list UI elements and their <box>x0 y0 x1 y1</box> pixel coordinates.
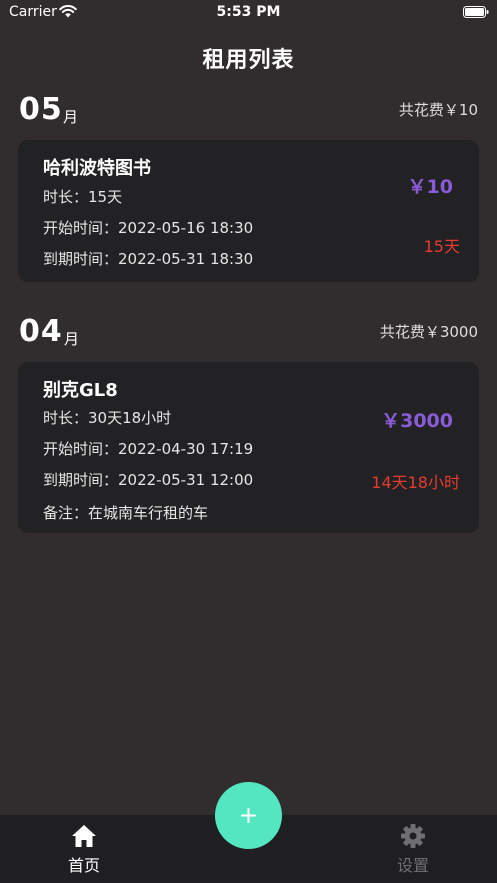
rental-end-time: 到期时间：2022-05-31 18:30 <box>43 250 254 268</box>
month-unit: 月 <box>63 108 79 126</box>
month-number: 05 <box>19 92 63 127</box>
month-number: 04 <box>19 314 63 349</box>
tab-settings[interactable]: 设置 <box>363 823 463 876</box>
month-header: 04 月 共花费￥3000 <box>0 314 497 354</box>
plus-icon <box>241 808 256 823</box>
month-section-04: 04 月 共花费￥3000 别克GL8 时长：30天18小时 开始时间：2022… <box>0 314 497 533</box>
page-title: 租用列表 <box>202 48 295 73</box>
rental-price: ￥3000 <box>381 410 453 432</box>
rental-duration: 时长：30天18小时 <box>43 409 172 427</box>
month-section-05: 05 月 共花费￥10 哈利波特图书 时长：15天 开始时间：2022-05-1… <box>0 92 497 282</box>
rental-duration: 时长：15天 <box>43 188 123 206</box>
tab-home[interactable]: 首页 <box>34 823 134 876</box>
rental-name: 哈利波特图书 <box>43 158 151 179</box>
gear-icon <box>401 824 425 848</box>
add-rental-button[interactable] <box>215 782 282 849</box>
rental-card[interactable]: 别克GL8 时长：30天18小时 开始时间：2022-04-30 17:19 到… <box>18 362 479 533</box>
rental-remaining-time: 15天 <box>423 237 460 256</box>
month-total: 共花费￥3000 <box>379 323 478 341</box>
rental-remaining-time: 14天18小时 <box>371 473 460 492</box>
status-time: 5:53 PM <box>216 4 281 20</box>
rental-start-time: 开始时间：2022-04-30 17:19 <box>43 440 254 458</box>
tab-settings-label: 设置 <box>396 856 429 875</box>
rental-start-time: 开始时间：2022-05-16 18:30 <box>43 219 254 237</box>
rental-price: ￥10 <box>407 176 453 198</box>
battery-icon <box>463 6 489 18</box>
month-total: 共花费￥10 <box>398 101 478 119</box>
rental-list-screen: Carrier 5:53 PM 租用列表 05 月 共花费￥10 哈利波特图书 … <box>0 0 497 883</box>
rental-end-time: 到期时间：2022-05-31 12:00 <box>43 471 254 489</box>
tab-home-label: 首页 <box>67 856 100 875</box>
home-icon <box>72 825 96 847</box>
month-unit: 月 <box>64 330 80 348</box>
rental-card[interactable]: 哈利波特图书 时长：15天 开始时间：2022-05-16 18:30 到期时间… <box>18 140 479 282</box>
rental-name: 别克GL8 <box>43 380 118 401</box>
status-bar: Carrier 5:53 PM <box>0 0 497 26</box>
month-header: 05 月 共花费￥10 <box>0 92 497 132</box>
rental-note: 备注：在城南车行租的车 <box>43 504 209 522</box>
